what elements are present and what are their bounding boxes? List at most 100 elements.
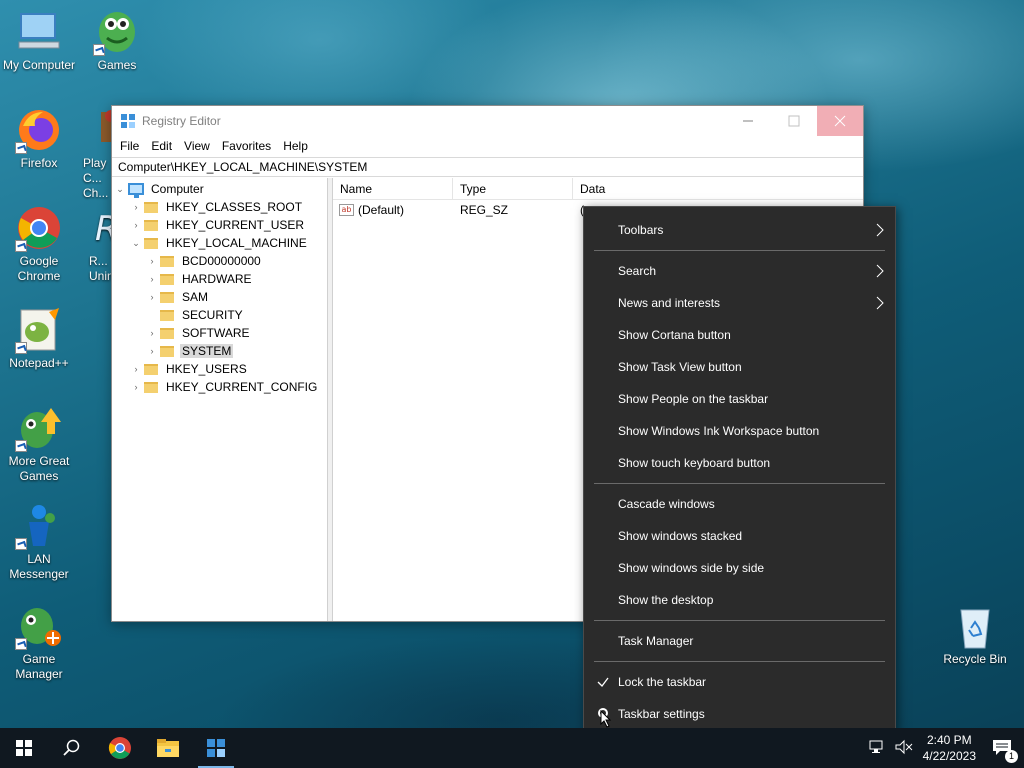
desktop-icon-label: Firefox — [20, 156, 58, 170]
maximize-button[interactable] — [771, 106, 817, 136]
menu-item-show-people[interactable]: Show People on the taskbar — [584, 383, 895, 415]
expand-icon[interactable]: › — [144, 328, 160, 338]
tree-node-hklm[interactable]: ⌄ HKEY_LOCAL_MACHINE — [112, 234, 327, 252]
taskbar[interactable]: 2:40 PM 4/22/2023 1 — [0, 728, 1024, 768]
minimize-icon — [743, 120, 753, 122]
desktop-icon-lan-messenger[interactable]: LAN Messenger — [1, 502, 77, 582]
regedit-app-icon — [120, 113, 136, 129]
tree-node-hkcr[interactable]: › HKEY_CLASSES_ROOT — [112, 198, 327, 216]
taskbar-regedit-button[interactable] — [192, 728, 240, 768]
firefox-icon — [15, 106, 63, 154]
menu-help[interactable]: Help — [277, 139, 314, 153]
expand-icon[interactable]: › — [144, 274, 160, 284]
menu-item-news-and-interests[interactable]: News and interests — [584, 287, 895, 319]
menu-item-taskbar-settings[interactable]: Taskbar settings — [584, 698, 895, 730]
menu-item-windows-side-by-side[interactable]: Show windows side by side — [584, 552, 895, 584]
collapse-icon[interactable]: ⌄ — [112, 184, 128, 195]
tree-node-hkcu[interactable]: › HKEY_CURRENT_USER — [112, 216, 327, 234]
chevron-right-icon — [876, 264, 884, 278]
collapse-icon[interactable]: ⌄ — [128, 238, 144, 249]
tree-node-hardware[interactable]: › HARDWARE — [112, 270, 327, 288]
column-header-name[interactable]: Name — [333, 178, 453, 199]
menu-item-search[interactable]: Search — [584, 255, 895, 287]
chrome-icon — [108, 737, 131, 759]
desktop-icon-games[interactable]: Games — [79, 8, 155, 73]
taskbar-file-explorer-button[interactable] — [144, 728, 192, 768]
menu-item-windows-stacked[interactable]: Show windows stacked — [584, 520, 895, 552]
desktop-icon-more-great-games[interactable]: More Great Games — [1, 404, 77, 484]
desktop-icon-label: Notepad++ — [9, 356, 69, 370]
column-header-type[interactable]: Type — [453, 178, 573, 199]
folder-icon — [157, 739, 179, 757]
menu-view[interactable]: View — [178, 139, 216, 153]
action-center-button[interactable]: 1 — [992, 738, 1018, 763]
search-button[interactable] — [48, 728, 96, 768]
tree-node-software[interactable]: › SOFTWARE — [112, 324, 327, 342]
desktop-icon-my-computer[interactable]: My Computer — [1, 8, 77, 73]
tree-node-bcd[interactable]: › BCD00000000 — [112, 252, 327, 270]
expand-icon[interactable]: › — [144, 346, 160, 356]
folder-icon — [144, 201, 158, 213]
uninstaller-icon: R — [93, 204, 111, 252]
tree-node-system[interactable]: › SYSTEM — [112, 342, 327, 360]
column-header-data[interactable]: Data — [573, 178, 713, 199]
clock[interactable]: 2:40 PM 4/22/2023 — [923, 732, 976, 764]
menu-separator — [594, 483, 885, 484]
volume-muted-icon[interactable] — [895, 739, 913, 758]
games-icon — [93, 8, 141, 56]
clock-time: 2:40 PM — [926, 733, 972, 747]
desktop-icon-label: LAN Messenger — [9, 552, 69, 581]
shortcut-arrow-icon — [15, 638, 27, 650]
tree-node-hkcc[interactable]: › HKEY_CURRENT_CONFIG — [112, 378, 327, 396]
recycle-bin-icon — [951, 602, 999, 650]
menu-item-show-cortana[interactable]: Show Cortana button — [584, 319, 895, 351]
menu-item-show-desktop[interactable]: Show the desktop — [584, 584, 895, 616]
shortcut-arrow-icon — [15, 342, 27, 354]
lan-messenger-icon — [15, 502, 63, 550]
menu-item-show-ink-workspace[interactable]: Show Windows Ink Workspace button — [584, 415, 895, 447]
menu-file[interactable]: File — [114, 139, 145, 153]
tree-node-hku[interactable]: › HKEY_USERS — [112, 360, 327, 378]
start-button[interactable] — [0, 728, 48, 768]
expand-icon[interactable]: › — [144, 292, 160, 302]
expand-icon[interactable]: › — [128, 382, 144, 392]
desktop-icon-google-chrome[interactable]: Google Chrome — [1, 204, 77, 284]
window-titlebar[interactable]: Registry Editor — [112, 106, 863, 136]
desktop-icon-recycle-bin[interactable]: Recycle Bin — [937, 602, 1013, 667]
network-icon[interactable] — [869, 739, 887, 758]
minimize-button[interactable] — [725, 106, 771, 136]
address-bar[interactable]: Computer\HKEY_LOCAL_MACHINE\SYSTEM — [112, 157, 863, 177]
expand-icon[interactable]: › — [128, 220, 144, 230]
value-type: REG_SZ — [460, 203, 509, 217]
desktop-icon-firefox[interactable]: Firefox — [1, 106, 77, 171]
game-manager-icon — [15, 602, 63, 650]
menu-edit[interactable]: Edit — [145, 139, 178, 153]
tree-node-computer[interactable]: ⌄ Computer — [112, 180, 327, 198]
close-icon — [834, 115, 846, 127]
tree-node-security[interactable]: SECURITY — [112, 306, 327, 324]
expand-icon[interactable]: › — [128, 202, 144, 212]
chevron-right-icon — [876, 223, 884, 237]
tree-node-sam[interactable]: › SAM — [112, 288, 327, 306]
list-header: Name Type Data — [333, 178, 863, 200]
menu-item-toolbars[interactable]: Toolbars — [584, 214, 895, 246]
expand-icon[interactable]: › — [128, 364, 144, 374]
menu-item-lock-taskbar[interactable]: Lock the taskbar — [584, 666, 895, 698]
menu-item-cascade-windows[interactable]: Cascade windows — [584, 488, 895, 520]
desktop-icon-notepadpp[interactable]: Notepad++ — [1, 306, 77, 371]
desktop-icon-play-chess[interactable]: Play C... Ch... — [79, 106, 111, 201]
expand-icon[interactable]: › — [144, 256, 160, 266]
search-icon — [63, 739, 80, 756]
close-button[interactable] — [817, 106, 863, 136]
menu-item-show-task-view[interactable]: Show Task View button — [584, 351, 895, 383]
desktop-icon-game-manager[interactable]: Game Manager — [1, 602, 77, 682]
chess-icon — [97, 106, 111, 154]
folder-icon — [160, 345, 174, 357]
menu-item-show-touch-keyboard[interactable]: Show touch keyboard button — [584, 447, 895, 479]
taskbar-chrome-button[interactable] — [96, 728, 144, 768]
menu-item-task-manager[interactable]: Task Manager — [584, 625, 895, 657]
more-games-icon — [15, 404, 63, 452]
window-title: Registry Editor — [142, 114, 221, 128]
desktop-icon-revo-uninstaller[interactable]: R R... Unin... — [79, 204, 111, 284]
menu-favorites[interactable]: Favorites — [216, 139, 277, 153]
